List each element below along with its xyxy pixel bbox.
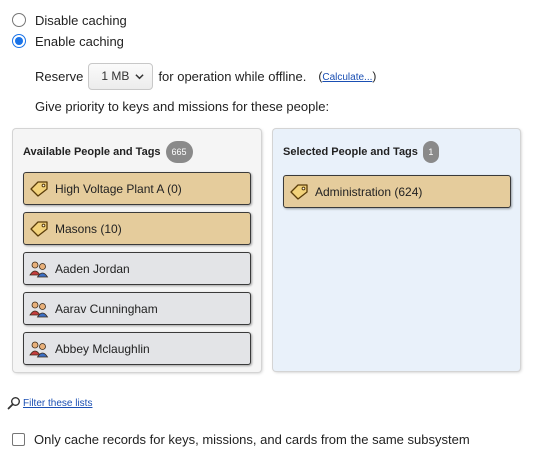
people-icon [29,301,49,317]
calculate-link[interactable]: Calculate... [322,72,372,83]
calculate-wrap: (Calculate...) [318,69,376,83]
available-item-masons[interactable]: Masons (10) [23,212,251,245]
chevron-down-icon [135,73,145,79]
reserve-size-value: 1 MB [101,69,130,83]
reserve-label: Reserve [35,68,84,84]
available-item-aarav-cunningham[interactable]: Aarav Cunningham [23,292,251,325]
tag-icon [30,220,48,237]
available-item-label: Aarav Cunningham [55,301,158,316]
selected-item-label: Administration (624) [315,184,423,199]
available-item-abbey-mclaughlin[interactable]: Abbey Mclaughlin [23,332,251,365]
magnifier-icon [7,397,20,410]
reserve-suffix: for operation while offline. [158,68,307,84]
people-icon [29,261,49,277]
disable-caching-option[interactable]: Disable caching [12,11,127,29]
tag-icon [30,180,48,197]
same-subsystem-option[interactable]: Only cache records for keys, missions, a… [12,432,470,447]
calculate-close-paren: ) [372,69,377,83]
available-item-high-voltage-plant-a[interactable]: High Voltage Plant A (0) [23,172,251,205]
selected-count-badge: 1 [422,141,439,163]
filter-lists-link[interactable]: Filter these lists [23,398,92,409]
filter-row[interactable]: Filter these lists [7,396,92,410]
selected-item-administration[interactable]: Administration (624) [283,175,511,208]
same-subsystem-checkbox[interactable] [12,433,25,446]
selected-panel: Selected People and Tags 1 Administratio… [273,129,520,371]
people-icon [29,341,49,357]
same-subsystem-label[interactable]: Only cache records for keys, missions, a… [34,432,470,447]
enable-caching-label[interactable]: Enable caching [35,34,124,49]
available-title: Available People and Tags [23,146,161,158]
disable-caching-label[interactable]: Disable caching [35,13,127,28]
available-item-aaden-jordan[interactable]: Aaden Jordan [23,252,251,285]
priority-instructions: Give priority to keys and missions for t… [35,99,330,114]
selected-title: Selected People and Tags [283,146,418,158]
reserve-size-select[interactable]: 1 MB [88,62,154,90]
available-item-label: High Voltage Plant A (0) [55,181,182,196]
available-count-badge: 665 [165,141,193,163]
selected-header: Selected People and Tags 1 [283,141,439,163]
tag-icon [290,183,308,200]
available-item-label: Aaden Jordan [55,261,130,276]
reserve-row: Reserve 1 MB for operation while offline… [35,62,376,90]
available-item-label: Masons (10) [55,221,122,236]
enable-caching-radio[interactable] [12,34,26,48]
available-item-label: Abbey Mclaughlin [55,341,150,356]
disable-caching-radio[interactable] [12,13,26,27]
available-panel: Available People and Tags 665 High Volta… [13,129,261,372]
enable-caching-option[interactable]: Enable caching [12,32,124,50]
available-header: Available People and Tags 665 [23,141,193,163]
